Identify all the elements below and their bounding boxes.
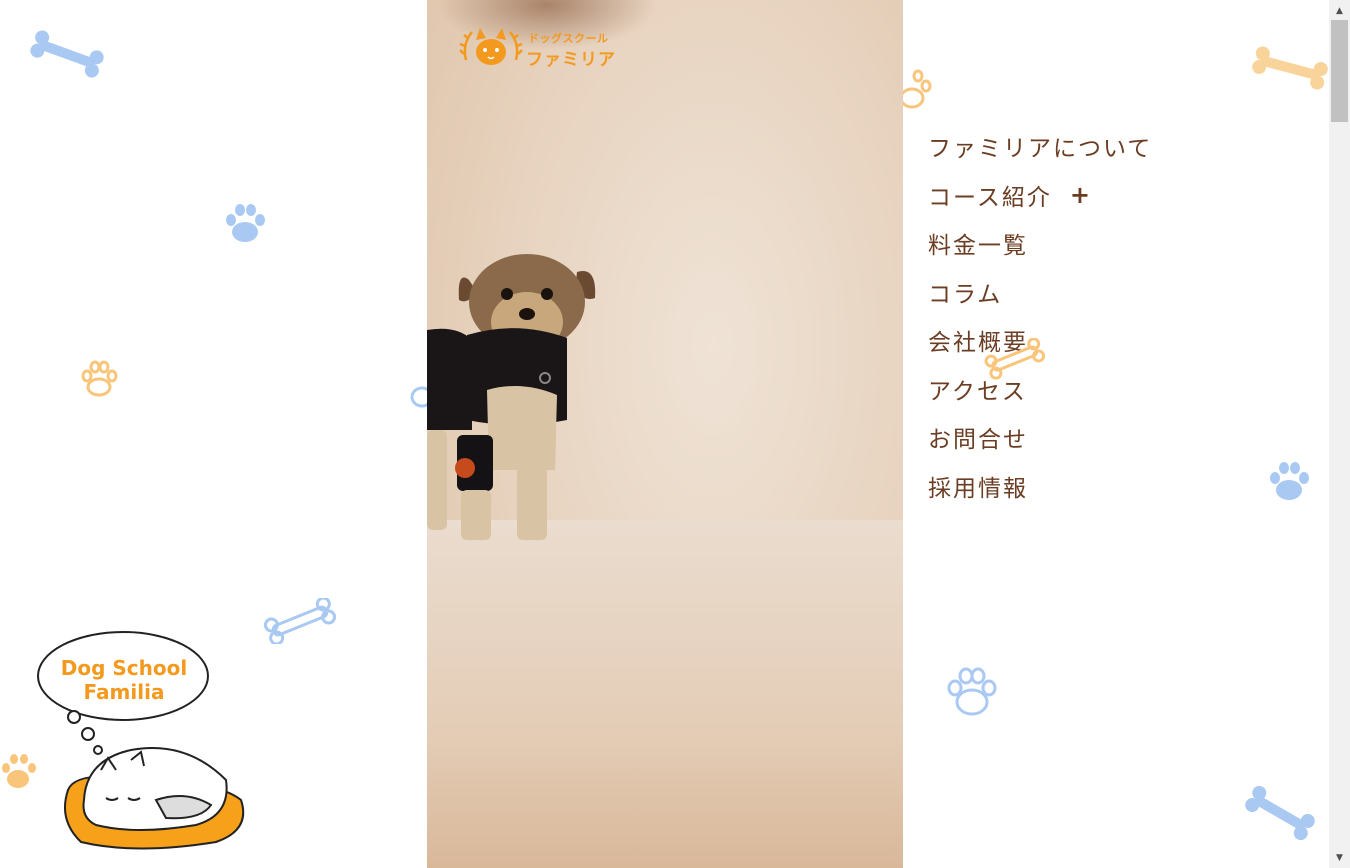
expand-plus-icon[interactable]: +	[1070, 181, 1092, 209]
paw-icon	[81, 360, 118, 397]
mascot-bubble-text: Dog School Familia	[60, 656, 188, 704]
paw-icon	[2, 754, 36, 788]
nav-item-contact[interactable]: お問合せ	[928, 413, 1308, 462]
bone-icon	[30, 30, 104, 78]
nav-item-label: コラム	[928, 281, 1003, 308]
main-nav: ファミリアについて コース紹介 + 料金一覧 コラム 会社概要 アクセス お問合…	[928, 122, 1308, 510]
scroll-thumb[interactable]	[1331, 20, 1348, 122]
logo-title: ファミリア	[526, 50, 616, 70]
nav-item-label: 採用情報	[928, 475, 1028, 502]
scroll-down-icon[interactable]: ▼	[1329, 849, 1350, 866]
nav-item-label: コース紹介	[928, 184, 1052, 211]
bone-icon	[1252, 46, 1328, 90]
mascot-illustration: Dog School Familia	[36, 630, 256, 855]
hero-photo	[427, 0, 903, 868]
bone-icon	[984, 338, 1046, 380]
dog-face-logo-icon	[459, 28, 523, 65]
site-logo[interactable]: ドッグスクール ファミリア	[458, 20, 615, 76]
nav-item-pricing[interactable]: 料金一覧	[928, 219, 1308, 268]
nav-item-label: ファミリアについて	[928, 136, 1153, 163]
bone-icon	[263, 598, 337, 644]
paw-icon	[226, 204, 265, 242]
paw-icon	[899, 69, 932, 109]
vertical-scrollbar[interactable]: ▲ ▼	[1329, 0, 1350, 868]
nav-item-about[interactable]: ファミリアについて	[928, 122, 1308, 171]
nav-item-label: 料金一覧	[928, 233, 1028, 260]
nav-item-courses[interactable]: コース紹介 +	[928, 171, 1308, 220]
paw-icon	[947, 667, 997, 716]
logo-subtitle: ドッグスクール	[528, 32, 609, 45]
page: ドッグスクール ファミリア ファミリアについて コース紹介 + 料金一覧 コラム…	[0, 0, 1350, 868]
scroll-up-icon[interactable]: ▲	[1329, 2, 1350, 19]
nav-item-label: お問合せ	[928, 427, 1028, 454]
dog-illustration	[427, 254, 596, 540]
bone-icon	[1245, 786, 1315, 840]
nav-item-recruit[interactable]: 採用情報	[928, 462, 1308, 511]
nav-item-column[interactable]: コラム	[928, 268, 1308, 317]
